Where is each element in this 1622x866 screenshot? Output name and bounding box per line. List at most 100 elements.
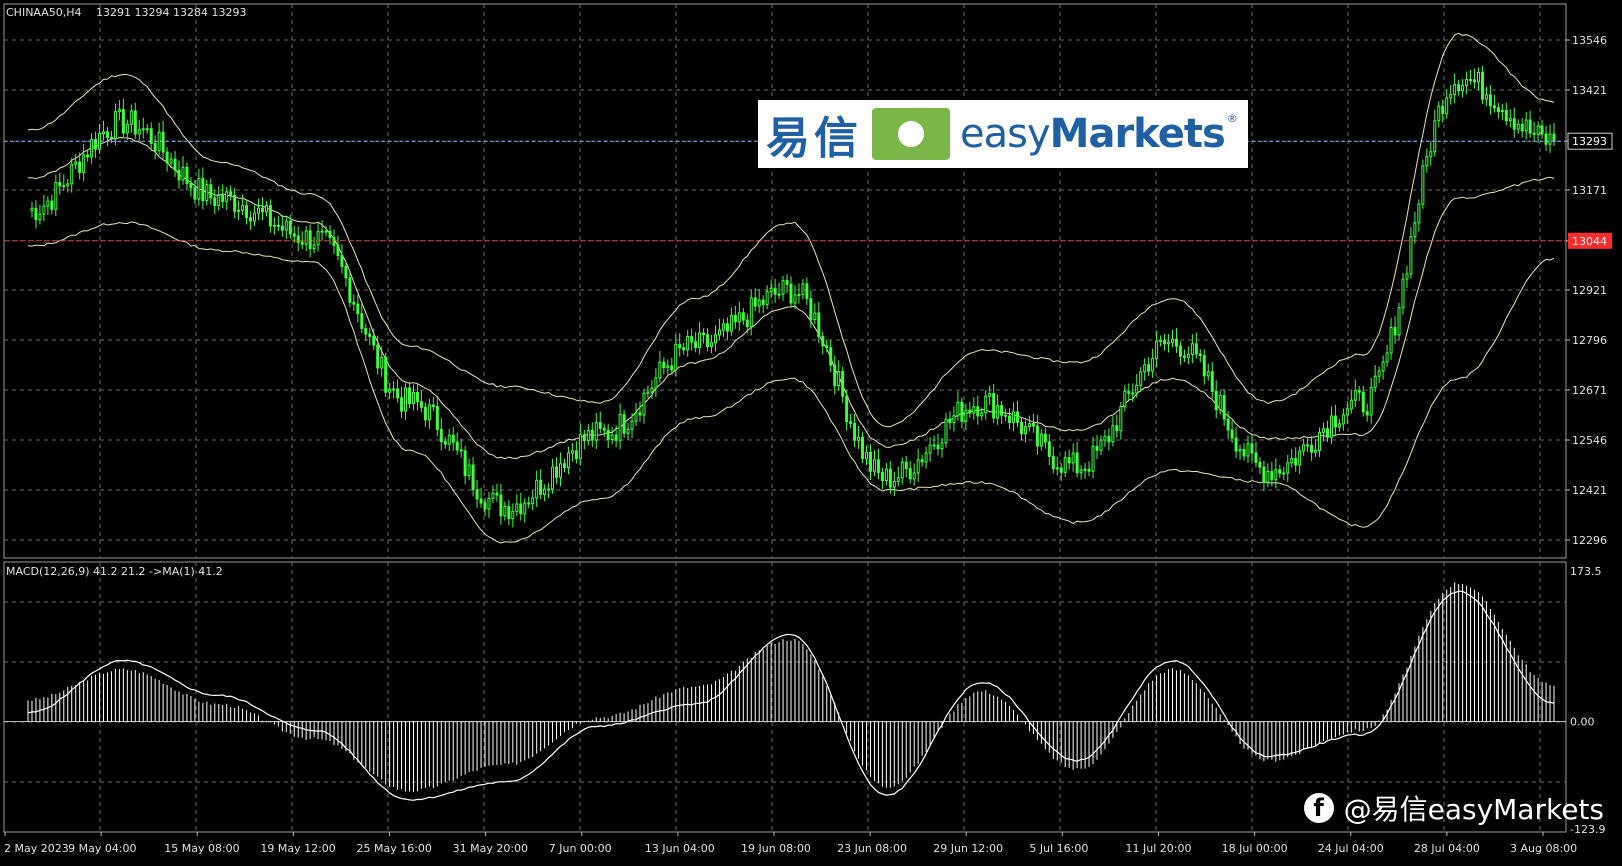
price-candle-body bbox=[1167, 341, 1171, 345]
price-candle-body bbox=[280, 225, 284, 231]
price-candle-body bbox=[1417, 203, 1421, 224]
price-candle-body bbox=[733, 314, 737, 323]
price-candle-body bbox=[408, 387, 411, 405]
price-candle-body bbox=[253, 212, 257, 222]
price-candle-body bbox=[1047, 441, 1051, 457]
price-candle-body bbox=[682, 347, 686, 351]
price-candle-body bbox=[344, 266, 348, 279]
price-candle-body bbox=[209, 184, 213, 199]
price-candle-body bbox=[173, 158, 177, 171]
price-candle-body bbox=[658, 361, 662, 379]
price-candle-body bbox=[1155, 341, 1159, 359]
price-candle-body bbox=[662, 361, 666, 369]
price-candle-body bbox=[574, 450, 578, 460]
price-candle-body bbox=[666, 365, 670, 369]
time-axis-label: 7 Jun 00:00 bbox=[549, 842, 612, 855]
price-candle-body bbox=[292, 233, 296, 237]
price-candle-body bbox=[1457, 84, 1461, 92]
price-candle-body bbox=[872, 459, 876, 472]
price-candle-body bbox=[1016, 411, 1020, 423]
price-candle-body bbox=[1258, 461, 1262, 468]
price-candle-body bbox=[404, 387, 408, 412]
price-candle-body bbox=[396, 388, 400, 399]
price-candle-body bbox=[1373, 375, 1377, 388]
price-candle-body bbox=[1095, 445, 1099, 451]
price-candle-body bbox=[1091, 445, 1095, 472]
price-candle-body bbox=[54, 182, 58, 210]
price-candle-body bbox=[336, 244, 340, 256]
price-candle-body bbox=[1004, 414, 1008, 417]
price-candle-body bbox=[368, 333, 372, 337]
price-candle-body bbox=[82, 154, 86, 174]
macd-header: MACD(12,26,9) 41.2 21.2 ->MA(1) 41.2 bbox=[6, 565, 223, 578]
price-candle-body bbox=[451, 434, 455, 443]
price-candle-body bbox=[1214, 390, 1218, 411]
price-candle-body bbox=[435, 406, 439, 430]
time-axis-label: 28 Jul 04:00 bbox=[1414, 842, 1480, 855]
price-candle-body bbox=[475, 489, 479, 500]
price-candle-body bbox=[1461, 84, 1465, 92]
price-candle-body bbox=[559, 463, 563, 478]
price-candle-body bbox=[992, 393, 996, 419]
price-candle-body bbox=[70, 163, 74, 185]
price-candle-body bbox=[169, 158, 173, 164]
price-candle-body bbox=[1480, 71, 1484, 100]
price-candle-body bbox=[328, 231, 332, 238]
price-candle-body bbox=[467, 464, 471, 476]
price-candle-body bbox=[360, 313, 364, 329]
price-candle-body bbox=[880, 471, 884, 482]
time-axis-label: 24 Jul 04:00 bbox=[1318, 842, 1384, 855]
price-candle-body bbox=[674, 343, 678, 371]
price-candle-body bbox=[904, 461, 908, 470]
price-candle-body bbox=[1473, 79, 1477, 83]
price-candle-body bbox=[1055, 467, 1059, 470]
price-candle-body bbox=[868, 451, 872, 472]
price-candle-body bbox=[1449, 94, 1453, 99]
price-candle-body bbox=[817, 312, 821, 337]
registered-mark: ® bbox=[1226, 112, 1238, 125]
price-candle-body bbox=[964, 409, 968, 422]
price-candle-body bbox=[300, 241, 304, 245]
price-candle-body bbox=[1274, 469, 1278, 481]
price-candle-body bbox=[1135, 384, 1139, 394]
price-candle-body bbox=[1218, 395, 1222, 411]
price-candle-body bbox=[713, 334, 717, 344]
price-candle-body bbox=[984, 395, 988, 414]
price-candle-body bbox=[1171, 338, 1174, 343]
price-candle-body bbox=[1437, 105, 1441, 122]
alert-price-label: 13044 bbox=[1572, 235, 1607, 248]
price-candle-body bbox=[861, 436, 865, 459]
price-candle-body bbox=[1524, 119, 1528, 132]
price-candle-body bbox=[181, 166, 185, 181]
price-candle-body bbox=[1329, 415, 1333, 438]
bollinger-band-upper bbox=[27, 32, 1555, 428]
chart-header-ohlc: 13291 13294 13284 13293 bbox=[96, 6, 246, 19]
price-candle-body bbox=[523, 502, 527, 515]
price-candle-body bbox=[46, 200, 50, 207]
price-candle-body bbox=[423, 406, 427, 421]
price-candle-body bbox=[491, 492, 495, 499]
price-candle-body bbox=[1445, 97, 1449, 115]
price-candle-body bbox=[419, 401, 423, 408]
price-candle-body bbox=[1131, 392, 1135, 395]
price-candle-body bbox=[153, 142, 157, 152]
price-candle-body bbox=[944, 418, 948, 444]
price-candle-body bbox=[539, 479, 543, 495]
price-candle-body bbox=[698, 332, 702, 349]
price-candle-body bbox=[503, 506, 507, 517]
price-candle-body bbox=[233, 195, 237, 212]
price-candle-body bbox=[1063, 457, 1067, 473]
price-candle-body bbox=[853, 422, 857, 441]
price-candle-body bbox=[825, 345, 829, 349]
price-candle-body bbox=[837, 371, 841, 387]
time-axis-label: 19 May 12:00 bbox=[260, 842, 335, 855]
price-candle-body bbox=[793, 294, 797, 304]
price-candle-body bbox=[610, 434, 614, 440]
price-candle-body bbox=[125, 123, 129, 134]
time-axis-label: 19 Jun 08:00 bbox=[741, 842, 811, 855]
price-candle-body bbox=[133, 110, 137, 135]
price-candle-body bbox=[1051, 455, 1055, 470]
social-handle-text: @易信easyMarkets bbox=[1343, 793, 1604, 826]
price-candle-body bbox=[956, 401, 960, 417]
price-candle-body bbox=[1512, 118, 1516, 130]
